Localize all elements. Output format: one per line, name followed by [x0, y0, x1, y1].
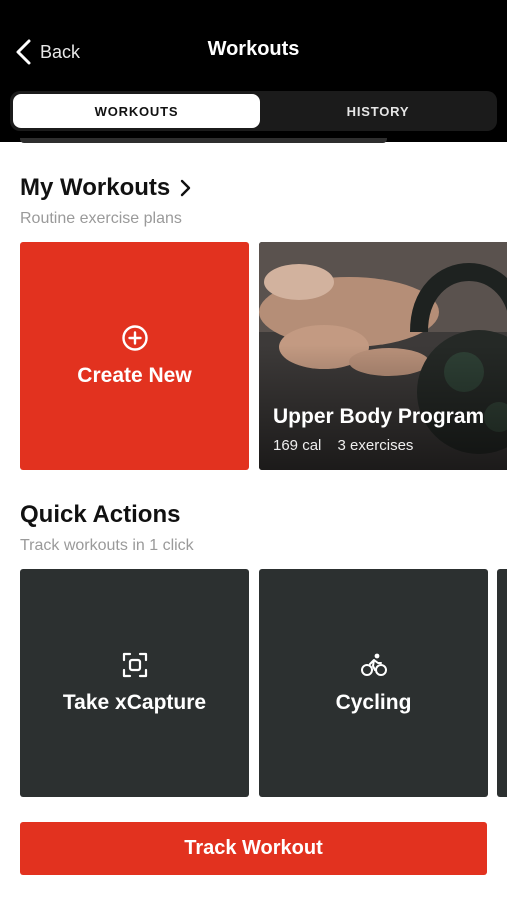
workout-exercise-count: 3 exercises — [337, 437, 414, 454]
workout-calories: 169 cal — [273, 437, 322, 454]
my-workouts-title: My Workouts — [20, 174, 171, 201]
bottom-bar: Track Workout — [0, 797, 507, 900]
chevron-right-icon — [181, 179, 191, 197]
capture-icon — [122, 652, 147, 678]
quick-action-take-xcapture[interactable]: Take xCapture — [20, 569, 249, 797]
track-workout-button[interactable]: Track Workout — [20, 822, 487, 875]
workout-name: Upper Body Program — [273, 405, 485, 428]
create-new-card[interactable]: Create New — [20, 242, 249, 470]
quick-action-cycling[interactable]: Cycling — [259, 569, 488, 797]
tab-workouts[interactable]: WORKOUTS — [13, 94, 260, 128]
workout-meta: 169 cal 3 exercises — [273, 437, 413, 454]
my-workouts-subtitle: Routine exercise plans — [20, 210, 182, 227]
photo-overlay — [259, 242, 507, 470]
segmented-control: WORKOUTS HISTORY — [10, 91, 497, 131]
my-workouts-link[interactable]: My Workouts — [20, 174, 192, 202]
quick-action-label: Take xCapture — [62, 691, 207, 714]
quick-action-next-partial[interactable] — [497, 569, 507, 797]
scrolled-content-edge — [20, 138, 387, 143]
create-new-label: Create New — [77, 364, 192, 387]
workout-card-upper-body[interactable]: Upper Body Program 169 cal 3 exercises — [259, 242, 507, 470]
page-title: Workouts — [207, 38, 300, 60]
quick-action-label: Cycling — [335, 691, 412, 714]
quick-actions-title: Quick Actions — [20, 501, 181, 528]
top-bar: Back Workouts WORKOUTS HISTORY — [0, 0, 507, 142]
quick-actions-subtitle: Track workouts in 1 click — [20, 537, 194, 554]
bicycle-icon — [360, 653, 387, 676]
plus-circle-icon — [121, 325, 148, 351]
tab-history[interactable]: HISTORY — [262, 94, 494, 128]
